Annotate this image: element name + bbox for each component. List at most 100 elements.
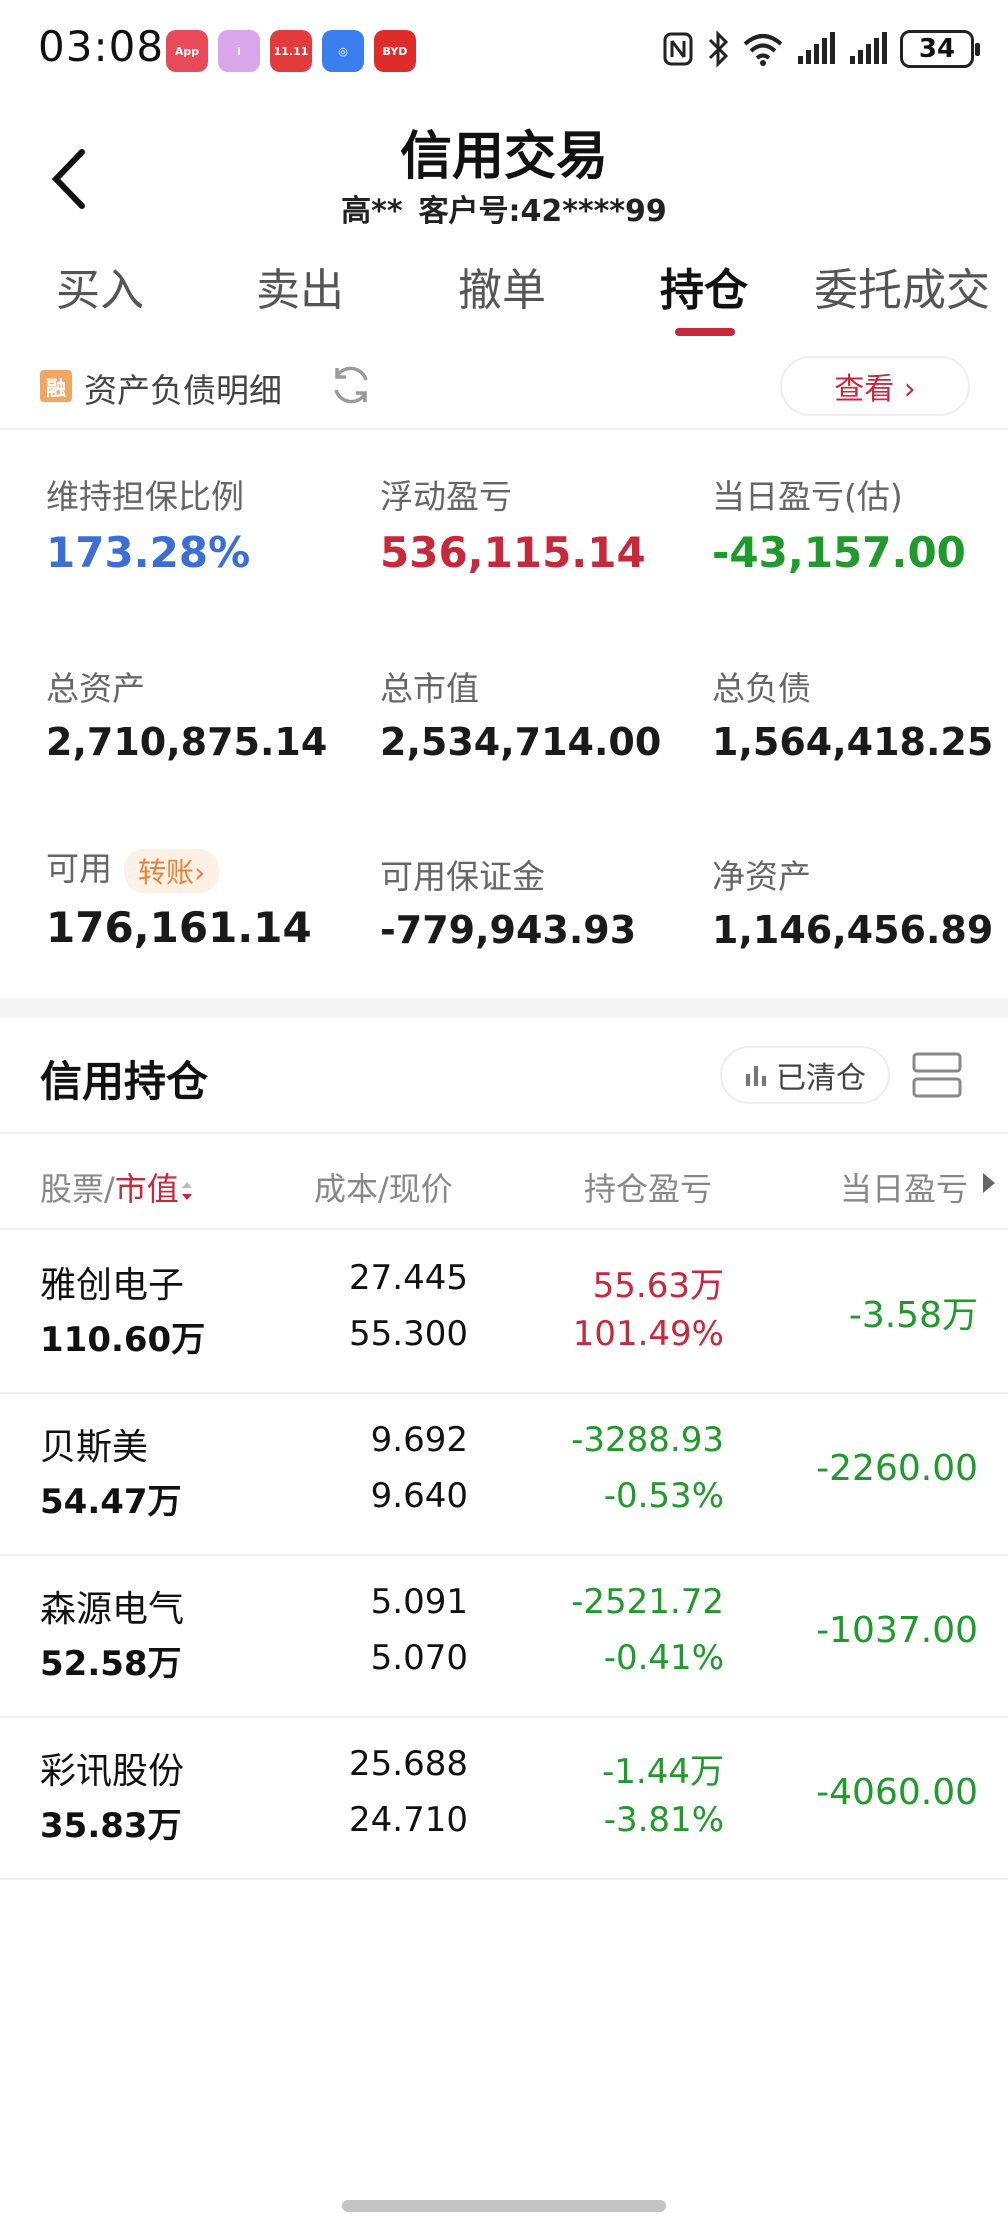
margin-badge-icon: 融 bbox=[40, 370, 72, 402]
transfer-button[interactable]: 转账› bbox=[124, 848, 220, 893]
account-number: 客户号:42****99 bbox=[418, 194, 667, 229]
floating-pl-value: 536,115.14 bbox=[380, 528, 646, 577]
day-pl-label: 当日盈亏(估) bbox=[712, 477, 903, 516]
stock-market-value: 110.60万 bbox=[40, 1320, 206, 1360]
total-debt-cell: 总负债 1,564,418.25 bbox=[712, 662, 993, 764]
table-row[interactable]: 彩讯股份 35.83万 25.688 24.710 -1.44万 -3.81% … bbox=[0, 1718, 1008, 1880]
day-pl-value: -43,157.00 bbox=[712, 528, 966, 577]
stock-market-value: 52.58万 bbox=[40, 1644, 182, 1684]
page-title: 信用交易 bbox=[399, 127, 608, 187]
avail-margin-cell: 可用保证金 -779,943.93 bbox=[380, 850, 636, 952]
holdings-column-header: 股票/市值 成本/现价 持仓盈亏 当日盈亏 bbox=[0, 1134, 1008, 1230]
scroll-right-icon[interactable] bbox=[980, 1170, 998, 1196]
day-pl-cell: 当日盈亏(估) -43,157.00 bbox=[712, 470, 966, 577]
bar-chart-icon bbox=[746, 1066, 766, 1086]
account-summary: 维持担保比例 173.28% 浮动盈亏 536,115.14 当日盈亏(估) -… bbox=[0, 430, 1008, 998]
column-stock-mv[interactable]: 股票/市值 bbox=[40, 1164, 195, 1210]
app-1111-icon: 11.11 bbox=[270, 30, 312, 72]
stock-market-value: 54.47万 bbox=[40, 1482, 182, 1522]
total-mv-label: 总市值 bbox=[380, 669, 479, 708]
tab-orders[interactable]: 委托成交 bbox=[814, 254, 990, 318]
total-assets-label: 总资产 bbox=[46, 669, 145, 708]
avail-margin-label: 可用保证金 bbox=[380, 857, 545, 896]
total-mv-value: 2,534,714.00 bbox=[380, 720, 662, 764]
tab-buy[interactable]: 买入 bbox=[56, 254, 144, 318]
user-name: 高** bbox=[341, 194, 403, 229]
table-row[interactable]: 雅创电子 110.60万 27.445 55.300 55.63万 101.49… bbox=[0, 1232, 1008, 1394]
status-time: 03:08 bbox=[38, 22, 165, 71]
active-tab-indicator bbox=[675, 328, 735, 336]
stock-cost: 27.445 bbox=[349, 1258, 468, 1298]
stock-position-pl: -1.44万 bbox=[602, 1752, 724, 1792]
tab-sell[interactable]: 卖出 bbox=[256, 254, 344, 318]
floating-pl-label: 浮动盈亏 bbox=[380, 477, 512, 516]
holdings-header: 信用持仓 已清仓 bbox=[0, 1018, 1008, 1134]
column-stock-label: 股票/ bbox=[40, 1170, 115, 1208]
refresh-button[interactable] bbox=[328, 362, 374, 412]
total-assets-cell: 总资产 2,710,875.14 bbox=[46, 662, 327, 764]
table-row[interactable]: 贝斯美 54.47万 9.692 9.640 -3288.93 -0.53% -… bbox=[0, 1394, 1008, 1556]
stock-price: 5.070 bbox=[370, 1638, 468, 1678]
floating-pl-cell: 浮动盈亏 536,115.14 bbox=[380, 470, 646, 577]
column-cost-price[interactable]: 成本/现价 bbox=[314, 1164, 453, 1210]
asset-liability-bar: 融 资产负债明细 查看 › bbox=[0, 340, 1008, 430]
holdings-title: 信用持仓 bbox=[40, 1057, 209, 1106]
stock-name: 贝斯美 bbox=[40, 1427, 149, 1468]
cleared-positions-button[interactable]: 已清仓 bbox=[720, 1046, 890, 1104]
signal-icon-2 bbox=[850, 32, 887, 64]
column-position-pl[interactable]: 持仓盈亏 bbox=[584, 1164, 712, 1210]
available-label: 可用 bbox=[46, 849, 112, 888]
stock-price: 55.300 bbox=[349, 1314, 468, 1354]
total-assets-value: 2,710,875.14 bbox=[46, 720, 328, 764]
total-debt-value: 1,564,418.25 bbox=[712, 720, 994, 764]
page-header: 信用交易 高** 客户号:42****99 bbox=[0, 104, 1008, 234]
tab-cancel[interactable]: 撤单 bbox=[458, 254, 546, 318]
nfc-icon bbox=[663, 32, 693, 66]
table-row[interactable]: 森源电气 52.58万 5.091 5.070 -2521.72 -0.41% … bbox=[0, 1556, 1008, 1718]
account-info: 高** 客户号:42****99 bbox=[0, 186, 1008, 230]
column-mv-label: 市值 bbox=[114, 1170, 179, 1208]
trade-tabs: 买入 卖出 撤单 持仓 委托成交 bbox=[0, 240, 1008, 340]
stock-price: 9.640 bbox=[370, 1476, 468, 1516]
layout-toggle-button[interactable] bbox=[912, 1052, 962, 1102]
bluetooth-icon bbox=[708, 30, 729, 68]
maintain-ratio-cell: 维持担保比例 173.28% bbox=[46, 470, 250, 577]
available-value: 176,161.14 bbox=[46, 902, 312, 952]
notification-app-icons: App i 11.11 ◎ BYD bbox=[166, 30, 416, 72]
section-divider bbox=[0, 998, 1008, 1018]
stock-cost: 9.692 bbox=[370, 1420, 468, 1460]
stock-position-pl-pct: -0.53% bbox=[603, 1476, 724, 1516]
stock-market-value: 35.83万 bbox=[40, 1806, 182, 1846]
stock-position-pl-pct: -3.81% bbox=[603, 1800, 724, 1840]
sort-icon bbox=[181, 1182, 192, 1200]
battery-indicator: 34 bbox=[900, 30, 980, 68]
net-assets-value: 1,146,456.89 bbox=[712, 908, 994, 952]
stock-day-pl: -3.58万 bbox=[848, 1295, 978, 1336]
net-assets-cell: 净资产 1,146,456.89 bbox=[712, 850, 993, 952]
stock-name: 雅创电子 bbox=[40, 1265, 185, 1306]
cleared-positions-label: 已清仓 bbox=[776, 1061, 866, 1096]
total-mv-cell: 总市值 2,534,714.00 bbox=[380, 662, 661, 764]
tab-positions[interactable]: 持仓 bbox=[660, 254, 748, 318]
net-assets-label: 净资产 bbox=[712, 857, 811, 896]
home-indicator[interactable] bbox=[342, 2200, 666, 2212]
system-icons: 34 bbox=[662, 30, 980, 68]
app-byd-icon: BYD bbox=[374, 30, 416, 72]
column-day-pl[interactable]: 当日盈亏 bbox=[840, 1164, 980, 1210]
stock-day-pl: -1037.00 bbox=[816, 1610, 978, 1651]
available-label-row: 可用 转账› bbox=[46, 842, 312, 893]
list-layout-icon bbox=[912, 1052, 962, 1098]
view-details-button[interactable]: 查看 › bbox=[780, 356, 970, 416]
available-cell: 可用 转账› 176,161.14 bbox=[46, 842, 312, 952]
total-debt-label: 总负债 bbox=[712, 669, 811, 708]
app-gallery-icon: App bbox=[166, 30, 208, 72]
stock-position-pl-pct: 101.49% bbox=[572, 1314, 724, 1354]
asset-liability-label: 资产负债明细 bbox=[84, 371, 282, 410]
app-i-icon: i bbox=[218, 30, 260, 72]
stock-name: 森源电气 bbox=[40, 1589, 185, 1630]
maintain-ratio-value: 173.28% bbox=[46, 528, 251, 577]
avail-margin-value: -779,943.93 bbox=[380, 908, 637, 952]
stock-position-pl-pct: -0.41% bbox=[603, 1638, 724, 1678]
stock-position-pl: -3288.93 bbox=[571, 1420, 724, 1460]
status-bar: 03:08 App i 11.11 ◎ BYD 34 bbox=[0, 0, 1008, 104]
